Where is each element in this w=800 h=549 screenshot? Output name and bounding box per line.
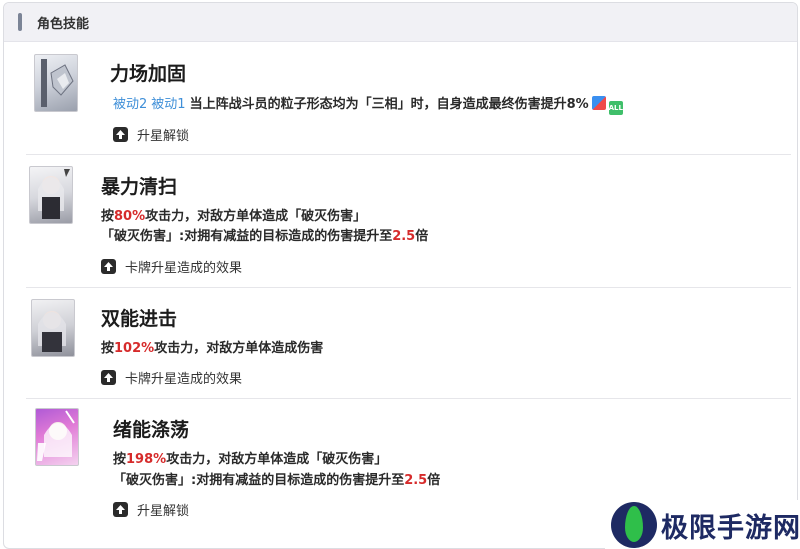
panel-title: 角色技能 [37,17,90,32]
crystal-icon [41,59,74,107]
highlight-value: 102% [114,341,155,356]
skills-panel: 角色技能 力场加固 被动2 被动1 当上阵战斗员的粒子形态均为「三相」时，自身造成最… [3,2,798,549]
header-accent-bar [18,13,22,31]
skill-description-line2: 「破灭伤害」:对拥有减益的目标造成的伤害提升至2.5倍 [101,225,428,244]
text: 攻击力，对敌方单体造成「破灭伤害」 [145,209,367,224]
upgrade-link[interactable]: 升星解锁 [113,125,189,144]
upgrade-link[interactable]: 卡牌升星造成的效果 [101,257,242,276]
skill-description-line2: 「破灭伤害」:对拥有减益的目标造成的伤害提升至2.5倍 [113,469,440,488]
upgrade-label: 升星解锁 [137,129,190,144]
skill-name: 力场加固 [110,63,187,85]
skill-description: 被动2 被动1 当上阵战斗员的粒子形态均为「三相」时，自身造成最终伤害提升8% ALL [113,93,623,115]
divider [26,398,791,399]
text: 「破灭伤害」:对拥有减益的目标造成的伤害提升至 [113,473,405,488]
passive-tag[interactable]: 被动2 [113,97,147,112]
skill-description-line1: 按80%攻击力，对敌方单体造成「破灭伤害」 [101,205,366,224]
highlight-value: 2.5 [392,229,416,244]
skill-card-image [31,299,75,357]
site-logo-icon [611,502,657,548]
text: 倍 [415,229,429,244]
description-text: 当上阵战斗员的粒子形态均为「三相」时，自身造成最终伤害提升8% [189,97,589,112]
divider [26,154,791,155]
skill-name: 绪能涤荡 [113,419,190,441]
arrow-up-icon [101,370,116,385]
character-portrait-icon [38,311,66,352]
all-badge-icon: ALL [608,101,623,115]
skill-description-line1: 按102%攻击力，对敌方单体造成伤害 [101,337,323,356]
upgrade-label: 卡牌升星造成的效果 [125,261,243,276]
text: 按 [113,452,127,467]
text: 按 [101,341,115,356]
upgrade-label: 卡牌升星造成的效果 [125,372,243,387]
watermark-text: 极限手游网 [661,513,800,544]
passive-tag[interactable]: 被动1 [151,97,185,112]
skill-name: 双能进击 [101,308,178,330]
skill-card-image [35,408,79,466]
text: 攻击力，对敌方单体造成「破灭伤害」 [166,452,388,467]
highlight-value: 80% [114,209,146,224]
site-watermark: 极限手游网 [605,500,800,549]
text: 倍 [427,473,441,488]
arrow-up-icon [113,127,128,142]
arrow-up-icon [113,502,128,517]
skill-card-image [29,166,73,224]
character-portrait-icon [37,410,75,461]
text: 「破灭伤害」:对拥有减益的目标造成的伤害提升至 [101,229,393,244]
text: 攻击力，对敌方单体造成伤害 [154,341,324,356]
character-portrait-icon [38,169,70,219]
upgrade-link[interactable]: 卡牌升星造成的效果 [101,368,242,387]
text: 按 [101,209,115,224]
skill-name: 暴力清扫 [101,176,178,198]
divider [26,287,791,288]
upgrade-label: 升星解锁 [137,504,190,519]
skill-card-image [34,54,78,112]
highlight-value: 198% [126,452,167,467]
highlight-value: 2.5 [404,473,428,488]
skill-description-line1: 按198%攻击力，对敌方单体造成「破灭伤害」 [113,448,387,467]
color-element-icon [591,96,606,110]
upgrade-link[interactable]: 升星解锁 [113,500,189,519]
arrow-up-icon [101,259,116,274]
panel-header: 角色技能 [4,3,797,42]
